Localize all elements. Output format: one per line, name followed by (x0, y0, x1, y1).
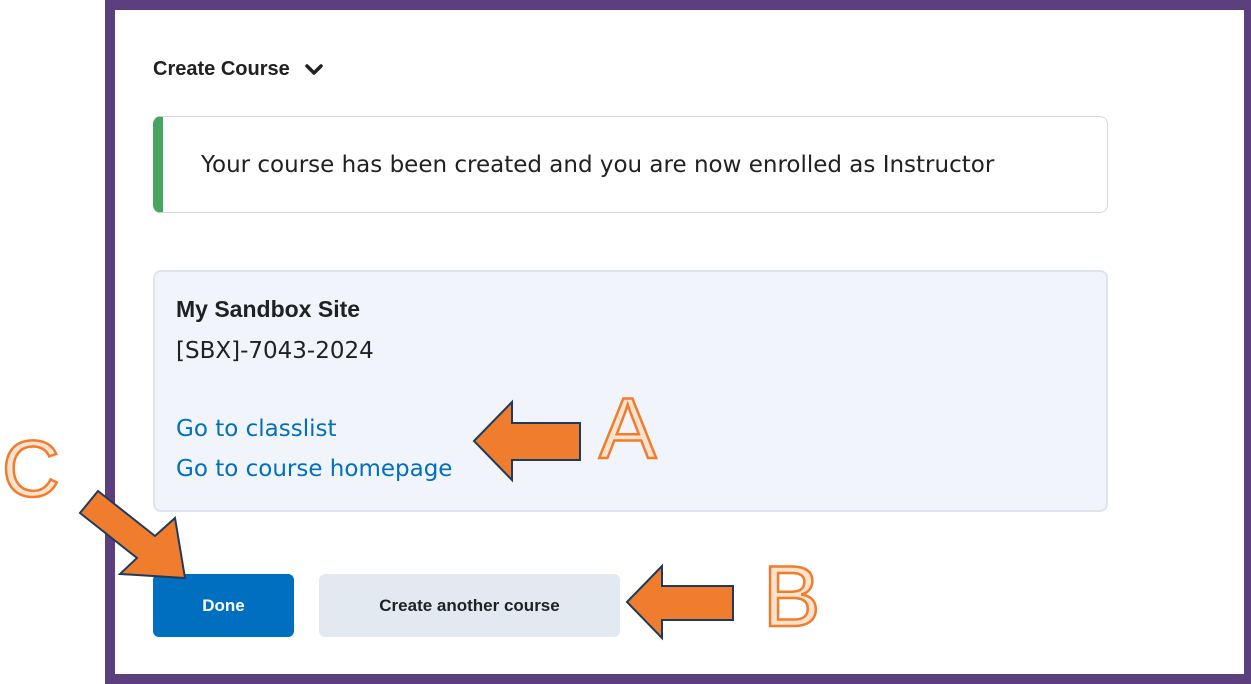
course-name: My Sandbox Site (176, 296, 361, 322)
page-title: Create Course (153, 58, 290, 80)
create-course-menu[interactable]: Create Course (153, 58, 324, 81)
chevron-down-icon (304, 63, 323, 75)
create-another-course-button[interactable]: Create another course (319, 574, 620, 637)
alert-message: Your course has been created and you are… (201, 151, 995, 178)
done-button[interactable]: Done (153, 574, 294, 637)
classlist-link[interactable]: Go to classlist (176, 416, 336, 442)
course-homepage-link[interactable]: Go to course homepage (176, 456, 452, 482)
annotation-letter-c: C (2, 424, 60, 513)
success-alert: Your course has been created and you are… (153, 116, 1108, 213)
course-code: [SBX]-7043-2024 (176, 338, 374, 364)
